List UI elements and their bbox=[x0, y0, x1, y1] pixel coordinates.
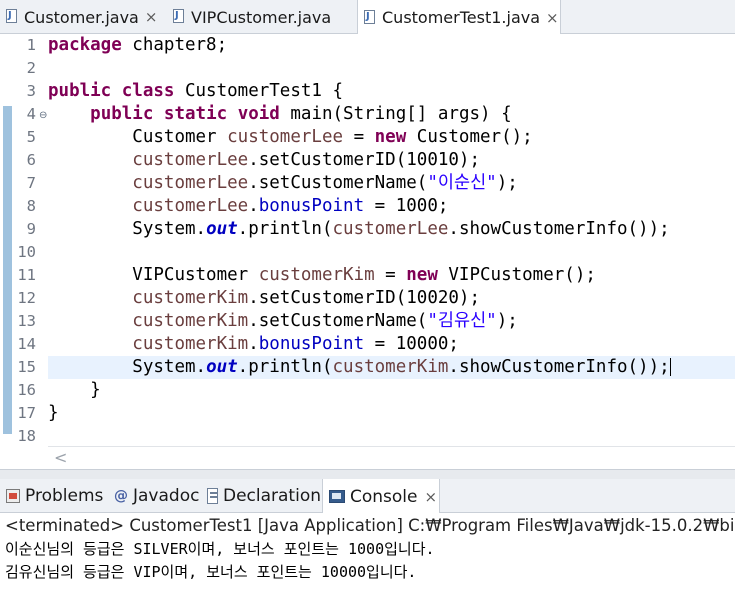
fold-toggle-icon[interactable]: ⊖ bbox=[39, 110, 47, 121]
java-file-icon bbox=[6, 9, 19, 25]
line-number: 6 bbox=[26, 151, 36, 169]
line-number: 17 bbox=[17, 404, 36, 422]
change-ruler bbox=[3, 106, 12, 434]
console-output[interactable]: <terminated> CustomerTest1 [Java Applica… bbox=[0, 513, 735, 600]
code-line-1: package chapter8; bbox=[48, 35, 228, 55]
java-file-icon bbox=[173, 9, 186, 25]
scroll-left-arrow-icon[interactable]: < bbox=[54, 447, 67, 469]
tab-label: Javadoc bbox=[133, 486, 200, 506]
code-line-4: public static void main(String[] args) { bbox=[90, 104, 512, 124]
panel-tab-bar: Problems @ Javadoc Declaration Console × bbox=[0, 479, 735, 514]
line-number: 9 bbox=[26, 220, 36, 238]
line-number: 16 bbox=[17, 381, 36, 399]
console-status-header: <terminated> CustomerTest1 [Java Applica… bbox=[5, 516, 735, 535]
tab-label: Declaration bbox=[222, 486, 321, 506]
line-number: 13 bbox=[17, 312, 36, 330]
code-line-11: VIPCustomer customerKim = new VIPCustome… bbox=[132, 265, 596, 285]
code-line-6: customerLee.setCustomerID(10010); bbox=[132, 150, 480, 170]
line-number: 2 bbox=[26, 59, 36, 77]
code-line-3: public class CustomerTest1 { bbox=[48, 81, 344, 101]
panel-divider[interactable] bbox=[0, 469, 735, 479]
code-line-5: Customer customerLee = new Customer(); bbox=[132, 127, 533, 147]
line-number: 14 bbox=[17, 335, 36, 353]
code-editor[interactable]: 1 2 3 4 5 6 7 8 9 10 11 12 13 14 15 16 1… bbox=[0, 34, 735, 470]
close-icon[interactable]: × bbox=[145, 8, 158, 26]
console-line: 이순신님의 등급은 SILVER이며, 보너스 포인트는 1000입니다. bbox=[5, 540, 435, 558]
line-number: 15 bbox=[17, 358, 36, 376]
tab-customer-java[interactable]: Customer.java × bbox=[0, 0, 166, 34]
text-caret bbox=[669, 358, 671, 376]
code-line-17: } bbox=[48, 403, 59, 423]
editor-tab-bar: Customer.java × VIPCustomer.java Custome… bbox=[0, 0, 735, 35]
code-line-8: customerLee.bonusPoint = 1000; bbox=[132, 196, 449, 216]
tab-label: CustomerTest1.java bbox=[382, 8, 541, 27]
tab-vipcustomer-java[interactable]: VIPCustomer.java bbox=[167, 0, 351, 34]
line-number: 11 bbox=[17, 266, 36, 284]
javadoc-icon: @ bbox=[114, 488, 128, 504]
tab-customertest1-java[interactable]: CustomerTest1.java × bbox=[357, 0, 561, 35]
tab-javadoc[interactable]: @ Javadoc bbox=[108, 479, 200, 513]
tab-label: Problems bbox=[25, 486, 104, 506]
line-number: 18 bbox=[17, 427, 36, 445]
tab-console[interactable]: Console × bbox=[322, 479, 440, 514]
line-number-gutter: 1 2 3 4 5 6 7 8 9 10 11 12 13 14 15 16 1… bbox=[12, 34, 48, 445]
console-icon bbox=[329, 490, 345, 503]
horizontal-scrollbar[interactable]: < bbox=[48, 446, 735, 470]
line-number: 5 bbox=[26, 128, 36, 146]
code-line-13: customerKim.setCustomerName("김유신"); bbox=[132, 311, 518, 331]
line-number: 4 bbox=[26, 105, 36, 123]
java-file-icon bbox=[364, 9, 377, 26]
line-number: 10 bbox=[17, 243, 36, 261]
line-number: 7 bbox=[26, 174, 36, 192]
code-line-9: System.out.println(customerLee.showCusto… bbox=[132, 219, 670, 239]
tab-label: Customer.java bbox=[24, 7, 139, 27]
console-line: 김유신님의 등급은 VIP이며, 보너스 포인트는 10000입니다. bbox=[5, 563, 417, 581]
line-number: 3 bbox=[26, 82, 36, 100]
tab-label: VIPCustomer.java bbox=[191, 7, 332, 27]
declaration-icon bbox=[207, 488, 218, 504]
tab-problems[interactable]: Problems bbox=[0, 479, 106, 513]
code-line-15: System.out.println(customerKim.showCusto… bbox=[48, 356, 735, 379]
code-line-7: customerLee.setCustomerName("이순신"); bbox=[132, 173, 518, 193]
code-line-12: customerKim.setCustomerID(10020); bbox=[132, 288, 480, 308]
close-icon[interactable]: × bbox=[425, 488, 438, 506]
line-number: 8 bbox=[26, 197, 36, 215]
code-line-14: customerKim.bonusPoint = 10000; bbox=[132, 334, 459, 354]
tab-label: Console bbox=[350, 486, 418, 507]
problems-icon bbox=[6, 489, 20, 503]
close-icon[interactable]: × bbox=[546, 9, 559, 27]
code-line-16: } bbox=[90, 380, 101, 400]
code-text-area[interactable]: package chapter8; public class CustomerT… bbox=[48, 34, 735, 444]
line-number: 12 bbox=[17, 289, 36, 307]
tab-declaration[interactable]: Declaration bbox=[201, 479, 321, 513]
line-number: 1 bbox=[26, 36, 36, 54]
